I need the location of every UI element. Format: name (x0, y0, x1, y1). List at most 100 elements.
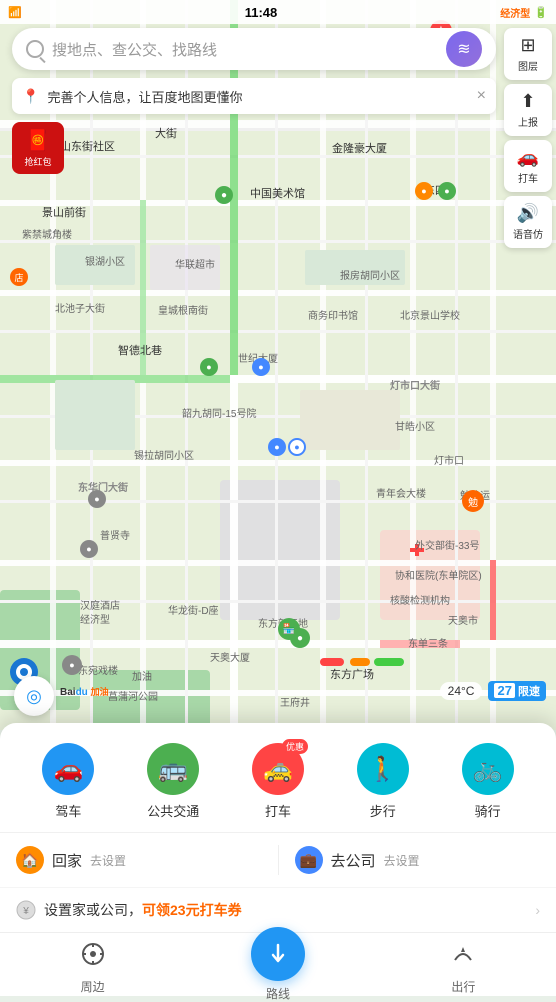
home-dest-action[interactable]: 去设置 (90, 852, 126, 869)
label-wangfujing: 王府井 (280, 694, 310, 709)
location-icon: ◎ (26, 686, 42, 707)
label-shandong: 山东街社区 (60, 138, 115, 154)
label-waijiao: 外交部街-33号 (415, 537, 479, 552)
bike-icon: 🚲 (473, 755, 503, 784)
info-close-button[interactable]: × (477, 87, 486, 105)
status-left: 📶 (8, 6, 22, 19)
poi-green3: ● (200, 358, 218, 376)
label-dengshikou: 灯市口 (434, 452, 464, 467)
quick-destinations: 🏠 回家 去设置 💼 去公司 去设置 (0, 833, 556, 888)
work-dest-action[interactable]: 去设置 (384, 852, 420, 869)
nav-mode-bike[interactable]: 🚲 骑行 (462, 743, 514, 820)
nav-modes: 🚗 驾车 🚌 公共交通 🚕 优惠 打车 (0, 723, 556, 833)
red-packet-icon: 🧧 (26, 128, 51, 153)
baidu-text: Bai (60, 687, 76, 698)
red-packet-label: 抢红包 (24, 155, 51, 168)
drive-icon-circle: 🚗 (42, 743, 94, 795)
label-jiayou: 加油 (132, 668, 152, 683)
travel-icon (449, 940, 477, 968)
taxi-badge: 优惠 (282, 739, 308, 754)
nav-mode-transit[interactable]: 🚌 公共交通 (147, 743, 199, 820)
travel-label: 出行 (451, 978, 475, 995)
signal-icon: 📶 (8, 6, 22, 19)
nav-mode-taxi[interactable]: 🚕 优惠 打车 (252, 743, 304, 820)
layers-label: 图层 (518, 58, 538, 73)
nav-mode-walk[interactable]: 🚶 步行 (357, 743, 409, 820)
poi-gray3: ● (62, 655, 82, 675)
nav-nearby[interactable]: 周边 (0, 934, 185, 995)
temperature-badge: 24°C (440, 682, 483, 700)
label-hanting: 汉庭酒店 (80, 597, 120, 612)
route-icon (267, 943, 289, 965)
voice-search-button[interactable]: ≋ (446, 31, 482, 67)
traffic-green (374, 658, 404, 666)
coupon-arrow-icon: › (535, 902, 540, 918)
status-time: 11:48 (245, 5, 278, 20)
work-dest[interactable]: 💼 去公司 去设置 (295, 846, 541, 874)
label-dongwan: 东宛戏楼 (78, 662, 118, 677)
label-puxian: 普贤寺 (100, 527, 130, 542)
label-yinhu: 银湖小区 (85, 253, 125, 268)
coin-icon: ¥ (16, 900, 36, 920)
label-hualong: 华龙街-D座 (168, 602, 219, 617)
label-baofang: 报房胡同小区 (340, 267, 400, 282)
label-hesuan: 核酸检测机构 (390, 592, 450, 607)
nav-route[interactable]: 路线 (185, 927, 370, 1002)
label-dongdansan: 东单三条 (408, 635, 448, 650)
walk-icon-circle: 🚶 (357, 743, 409, 795)
poi-orange1: ● (415, 182, 433, 200)
nav-mode-drive[interactable]: 🚗 驾车 (42, 743, 94, 820)
layers-button[interactable]: ⊞ 图层 (504, 28, 552, 80)
poi-orange2: 勉 (462, 490, 484, 512)
label-jingshan: 景山前街 (42, 204, 86, 220)
transit-icon-circle: 🚌 (147, 743, 199, 795)
transit-label: 公共交通 (147, 801, 199, 820)
voice-button[interactable]: 🔊 语音仿 (504, 196, 552, 248)
location-pin-icon: 📍 (22, 88, 39, 105)
my-location-button[interactable]: ◎ (14, 676, 54, 716)
poi-blue3: ● (252, 358, 270, 376)
poi-gray1: ● (88, 490, 106, 508)
label-shangwu: 商务印书馆 (308, 307, 358, 322)
label-huangcheng: 皇城根南街 (158, 302, 208, 317)
label-art: 中国美术馆 (250, 185, 305, 201)
label-huilian: 华联超市 (175, 256, 215, 271)
coupon-highlight: 可领23元打车券 (142, 902, 242, 918)
info-banner[interactable]: 📍 完善个人信息，让百度地图更懂你 × (12, 78, 496, 114)
speed-limit-label: 限速 (518, 686, 540, 698)
route-button[interactable] (251, 927, 305, 981)
taxi-button[interactable]: 🚗 打车 (504, 140, 552, 192)
bottom-panel: 🚗 驾车 🚌 公共交通 🚕 优惠 打车 (0, 723, 556, 932)
baidu-du: du (76, 687, 88, 698)
coupon-banner[interactable]: ¥ 设置家或公司，可领23元打车券 › (0, 888, 556, 932)
road-label-dajie: 大街 (155, 125, 177, 141)
walk-label: 步行 (370, 801, 396, 820)
label-shaojiu: 韶九胡同-15号院 (182, 405, 256, 420)
bike-label: 骑行 (475, 801, 501, 820)
speed-type-label: 经济型 (500, 5, 530, 20)
battery-icon: 🔋 (534, 6, 548, 19)
coupon-static-text: 设置家或公司， (44, 902, 142, 918)
traffic-red (320, 658, 344, 666)
work-icon: 💼 (295, 846, 323, 874)
drive-label: 驾车 (55, 801, 81, 820)
label-ganhao: 甘皓小区 (395, 418, 435, 433)
poi-green2: ● (438, 182, 456, 200)
right-tools: ⊞ 图层 ⬆ 上报 🚗 打车 🔊 语音仿 (504, 28, 552, 248)
report-label: 上报 (518, 114, 538, 129)
nearby-label: 周边 (81, 978, 105, 995)
home-icon: 🏠 (16, 846, 44, 874)
nav-travel[interactable]: 出行 (371, 934, 556, 995)
red-packet-button[interactable]: 🧧 抢红包 (12, 122, 64, 174)
home-dest[interactable]: 🏠 回家 去设置 (16, 846, 262, 874)
search-bar[interactable]: 搜地点、查公交、找路线 ≋ (12, 28, 496, 70)
search-icon (26, 40, 44, 58)
poi-blue1: ● (268, 438, 286, 456)
traffic-orange (350, 658, 370, 666)
report-button[interactable]: ⬆ 上报 (504, 84, 552, 136)
dest-separator (278, 845, 279, 875)
label-puhe: 菖蒲河公园 (108, 688, 158, 703)
drive-icon: 🚗 (53, 755, 83, 784)
label-xiehe: 协和医院(东单院区) (395, 567, 482, 582)
baidu-logo: Baidu 加油 (60, 685, 109, 698)
